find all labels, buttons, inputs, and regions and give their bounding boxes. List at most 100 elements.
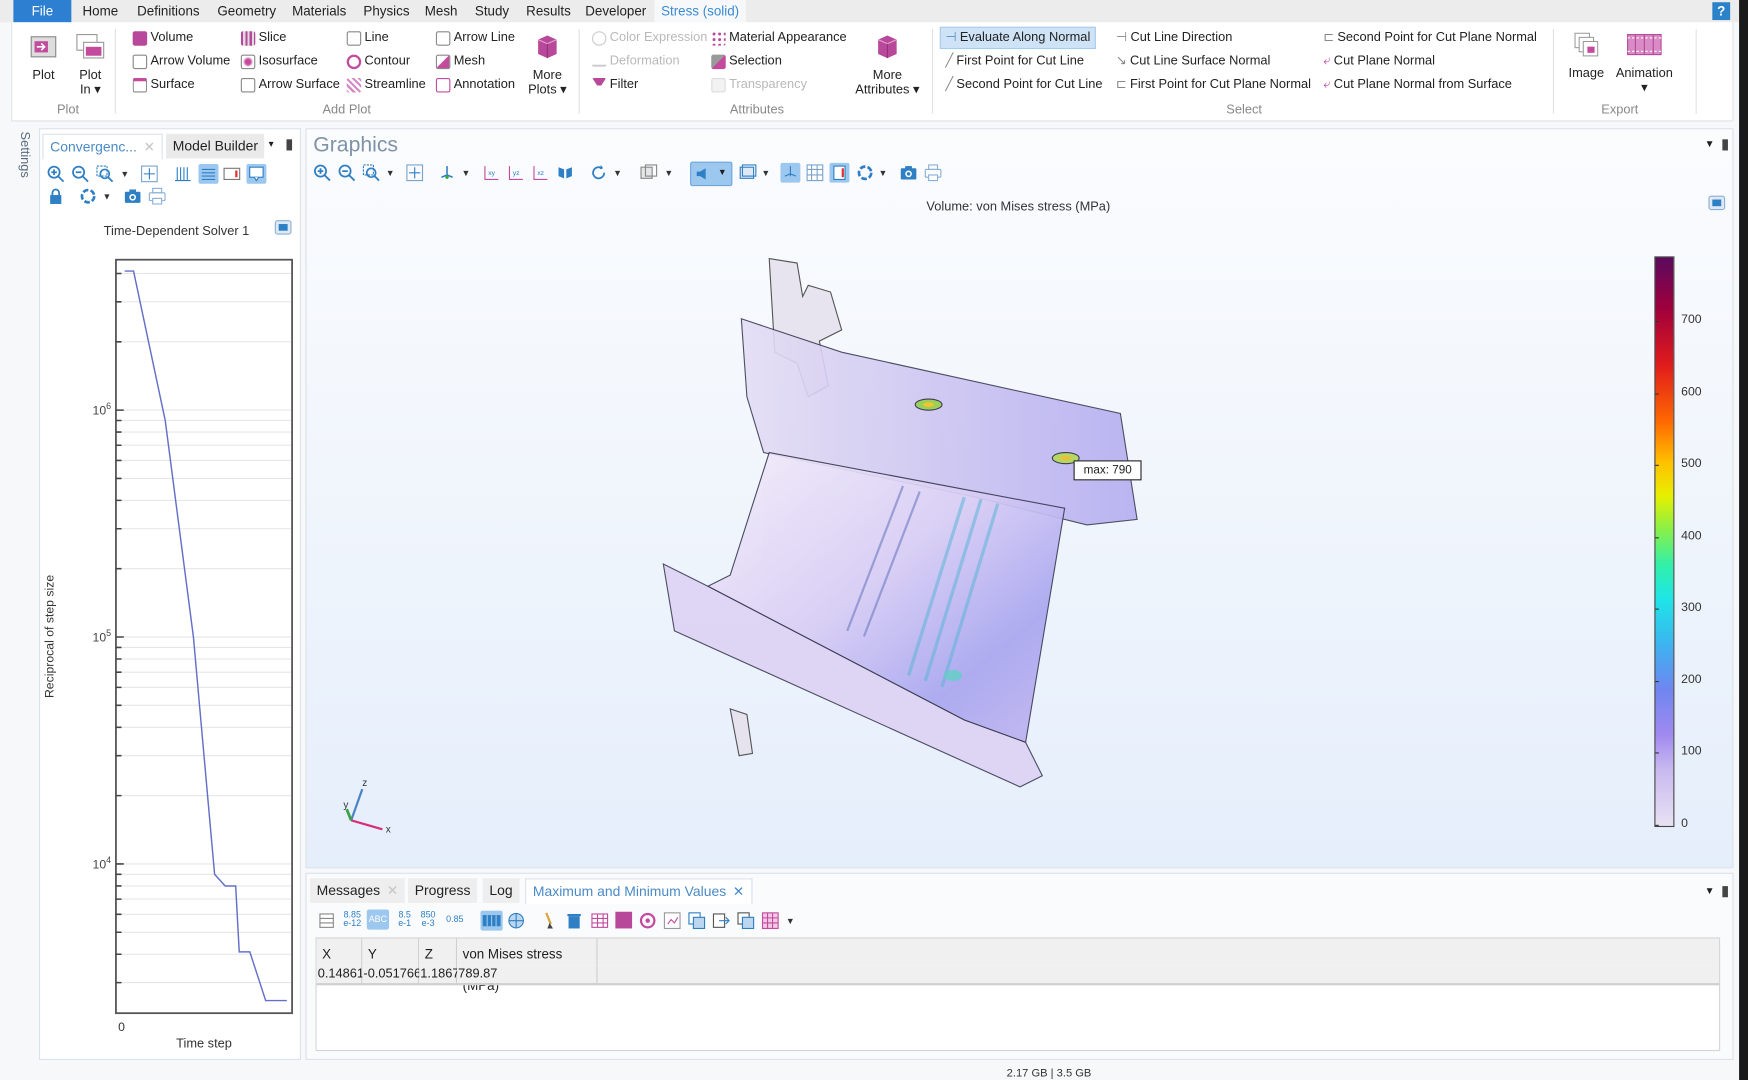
column-header-x[interactable]: X [316, 938, 363, 966]
column-header-z[interactable]: Z [419, 938, 458, 966]
number-format-button[interactable]: 0.85 [445, 910, 465, 930]
delete-icon[interactable] [565, 912, 583, 930]
show-grid-icon[interactable] [806, 164, 824, 182]
chevron-down-icon[interactable]: ▼ [462, 168, 471, 178]
menu-physics[interactable]: Physics [357, 0, 416, 22]
rotate-icon[interactable] [590, 164, 608, 182]
chevron-down-icon[interactable]: ▼ [786, 916, 795, 926]
cut-line-direction-button[interactable]: ⊣ Cut Line Direction [1116, 28, 1232, 48]
add-volume-button[interactable]: Volume [132, 28, 193, 48]
zoom-box-icon[interactable] [96, 165, 114, 183]
tab-progress[interactable]: Progress [408, 878, 478, 903]
more-plots-button[interactable]: More Plots ▾ [525, 33, 570, 98]
number-format-button[interactable]: ABC [366, 909, 390, 930]
selection-button[interactable]: Selection [711, 51, 782, 71]
graphics-window[interactable]: Graphics ▼ ▼ ▼ xy yz xz ▼ ▼ ▼ ▼ ▼ Volume… [305, 128, 1734, 869]
camera-icon[interactable] [900, 164, 918, 182]
add-contour-button[interactable]: Contour [346, 51, 410, 71]
graphics-menu-dropdown[interactable]: ▼ [1705, 138, 1715, 149]
chevron-down-icon[interactable]: ▼ [718, 167, 727, 177]
tab-convergence[interactable]: Convergenc... ✕ [42, 133, 163, 160]
plot-button[interactable]: Plot [23, 33, 63, 83]
add-line-button[interactable]: Line [346, 28, 389, 48]
close-icon[interactable]: ✕ [144, 139, 155, 155]
annotation-toggle-icon[interactable] [246, 163, 267, 184]
menu-developer[interactable]: Developer [579, 0, 653, 22]
chevron-down-icon[interactable]: ▼ [664, 168, 673, 178]
graphics-settings-icon[interactable] [274, 218, 292, 236]
second-point-cut-line-button[interactable]: ╱ Second Point for Cut Line [945, 75, 1102, 95]
add-surface-button[interactable]: Surface [132, 75, 195, 95]
pin-icon[interactable] [1722, 886, 1728, 898]
zoom-extents-icon[interactable] [140, 165, 158, 183]
color-expression-button[interactable]: Color Expression [591, 28, 707, 48]
material-appearance-button[interactable]: Material Appearance [711, 28, 847, 48]
clear-brush-icon[interactable] [541, 912, 559, 930]
xz-view-icon[interactable]: xz [532, 164, 550, 182]
table-icon[interactable] [591, 912, 609, 930]
camera-icon[interactable] [124, 187, 142, 205]
zoom-extents-icon[interactable] [406, 164, 424, 182]
print-icon[interactable] [924, 164, 942, 182]
transparency-button[interactable]: Transparency [711, 75, 807, 95]
menu-materials[interactable]: Materials [285, 0, 353, 22]
chevron-down-icon[interactable]: ▼ [878, 168, 887, 178]
table-color-icon[interactable] [615, 911, 633, 929]
add-arrow-surface-button[interactable]: Arrow Surface [240, 75, 340, 95]
animation-button[interactable]: Animation ▾ [1611, 31, 1678, 96]
column-header-von-mises-stress[interactable]: von Mises stress (MPa) [457, 938, 598, 993]
panel-menu-dropdown[interactable]: ▼ [1705, 885, 1715, 896]
panel-menu-dropdown[interactable]: ▾ [269, 138, 274, 150]
plot-in-button[interactable]: Plot In ▾ [70, 33, 110, 98]
show-axis-icon[interactable] [780, 162, 801, 183]
show-legends-icon[interactable] [829, 162, 850, 183]
default-view-icon[interactable] [556, 164, 574, 182]
add-streamline-button[interactable]: Streamline [346, 75, 426, 95]
turbine-blade-3d-model[interactable] [641, 252, 1176, 798]
legend-table-icon[interactable] [198, 163, 219, 184]
table-surface-icon[interactable] [663, 912, 681, 930]
cut-plane-normal-button[interactable]: ⤶ Cut Plane Normal [1323, 51, 1435, 71]
chevron-down-icon[interactable]: ▼ [103, 192, 112, 202]
add-mesh-button[interactable]: Mesh [435, 51, 485, 71]
menu-file[interactable]: File [13, 0, 72, 23]
number-format-button[interactable]: 8.5 e-1 [395, 910, 415, 930]
tab-maximum-minimum-values[interactable]: Maximum and Minimum Values ✕ [525, 878, 752, 904]
add-arrow-line-button[interactable]: Arrow Line [435, 28, 515, 48]
menu-study[interactable]: Study [468, 0, 516, 22]
lock-icon[interactable] [47, 187, 65, 205]
tab-model-builder[interactable]: Model Builder [166, 133, 265, 159]
pin-icon[interactable] [1722, 139, 1728, 151]
add-annotation-button[interactable]: Annotation [435, 75, 515, 95]
print-icon[interactable] [148, 187, 166, 205]
zoom-box-icon[interactable] [362, 164, 380, 182]
zoom-out-icon[interactable] [71, 165, 89, 183]
menu-definitions[interactable]: Definitions [130, 0, 206, 22]
image-export-button[interactable]: Image [1562, 31, 1611, 81]
copy-table-icon[interactable] [688, 912, 706, 930]
table-cell-y[interactable]: -0.051766 [362, 965, 421, 984]
copy-with-headers-icon[interactable] [737, 912, 755, 930]
table-cell-x[interactable]: 0.14861 [316, 965, 364, 984]
close-icon[interactable]: ✕ [387, 883, 398, 899]
global-evaluation-icon[interactable] [507, 912, 525, 930]
second-point-cut-plane-normal-button[interactable]: ⊏ Second Point for Cut Plane Normal [1323, 28, 1537, 48]
xy-view-icon[interactable]: xy [483, 164, 501, 182]
menu-mesh[interactable]: Mesh [418, 0, 464, 22]
render-mode-icon[interactable] [739, 164, 757, 182]
color-legend-icon[interactable] [223, 165, 241, 183]
evaluate-along-normal-button[interactable]: ⊣ Evaluate Along Normal [939, 26, 1096, 50]
deformation-button[interactable]: Deformation [591, 51, 680, 71]
menu-results[interactable]: Results [519, 0, 577, 22]
scene-light-split-button[interactable]: ▼ [690, 161, 733, 187]
menu-stress-solid[interactable]: Stress (solid) [654, 0, 746, 23]
menu-home[interactable]: Home [76, 0, 125, 22]
chevron-down-icon[interactable]: ▼ [386, 168, 395, 178]
tab-messages[interactable]: Messages ✕ [309, 878, 405, 903]
close-icon[interactable]: ✕ [733, 884, 744, 900]
view-axes-icon[interactable] [438, 164, 456, 182]
first-point-cut-line-button[interactable]: ╱ First Point for Cut Line [945, 51, 1084, 71]
menu-geometry[interactable]: Geometry [211, 0, 283, 22]
chevron-down-icon[interactable]: ▼ [761, 168, 770, 178]
number-format-button[interactable]: 8.85 e-12 [342, 910, 362, 930]
